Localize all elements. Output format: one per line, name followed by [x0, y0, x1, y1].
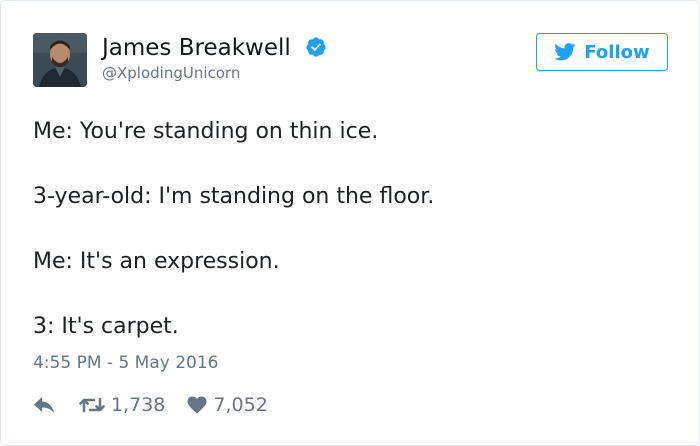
follow-button[interactable]: Follow	[536, 33, 668, 71]
tweet-line: Me: You're standing on thin ice.	[33, 119, 379, 144]
tweet-line: 3-year-old: I'm standing on the floor.	[33, 184, 435, 209]
heart-icon	[187, 396, 207, 414]
tweet-text: Me: You're standing on thin ice. 3-year-…	[33, 115, 673, 343]
verified-badge-icon	[306, 37, 326, 57]
like-count: 7,052	[213, 394, 268, 416]
author-handle[interactable]: @XplodingUnicorn	[102, 63, 240, 83]
tweet-actions: 1,738 7,052	[33, 391, 268, 419]
tweet-line: 3: It's carpet.	[33, 314, 179, 339]
avatar[interactable]	[33, 33, 87, 87]
tweet-line: Me: It's an expression.	[33, 249, 280, 274]
profile-photo-icon	[33, 33, 87, 87]
retweet-icon	[79, 397, 105, 413]
reply-icon	[34, 397, 54, 413]
tweet-timestamp[interactable]: 4:55 PM - 5 May 2016	[33, 351, 218, 375]
twitter-bird-icon	[554, 43, 576, 61]
author-name[interactable]: James Breakwell	[102, 34, 291, 62]
follow-button-label: Follow	[584, 41, 650, 63]
tweet-card: James Breakwell @XplodingUnicorn Follow …	[0, 0, 700, 446]
retweet-count: 1,738	[111, 394, 166, 416]
retweet-button[interactable]: 1,738	[79, 394, 165, 416]
like-button[interactable]: 7,052	[187, 394, 268, 416]
reply-button[interactable]	[33, 396, 55, 414]
